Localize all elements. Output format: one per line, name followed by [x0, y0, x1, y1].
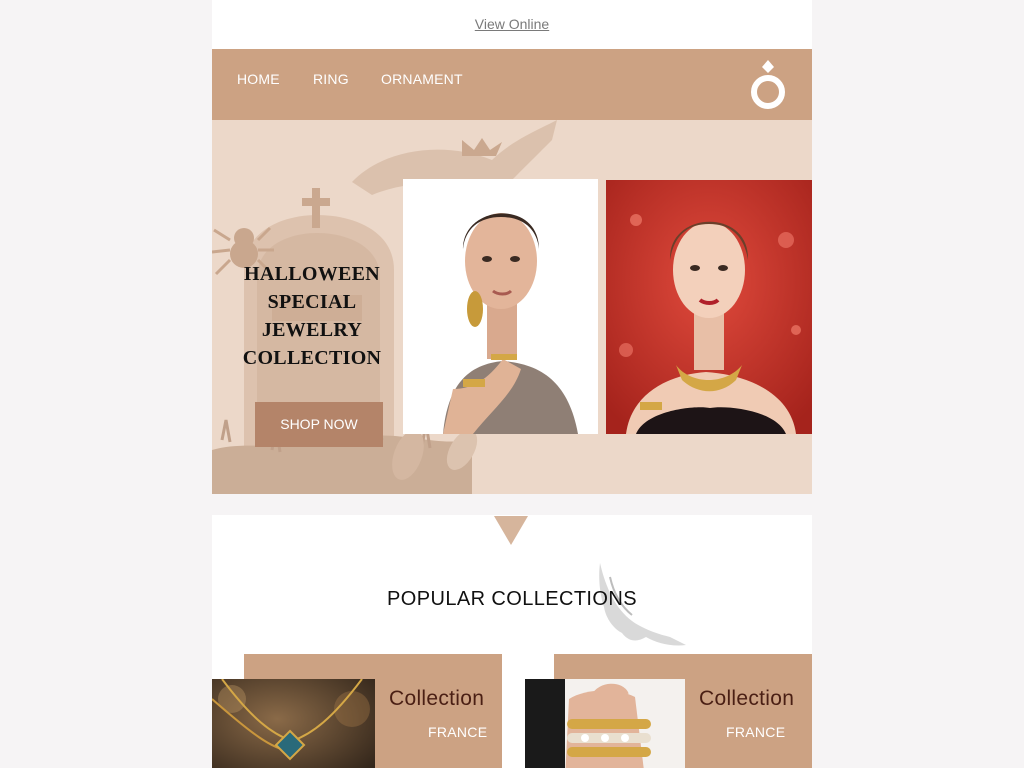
nav-item-home[interactable]: HOME: [237, 71, 280, 87]
collection-card-title[interactable]: Collection: [389, 687, 484, 711]
model-with-gold-jewelry-photo: [403, 179, 598, 434]
nav-item-ornament[interactable]: ORNAMENT: [381, 71, 463, 87]
hero-title-line: SPECIAL: [267, 291, 357, 313]
email-container: View Online HOME RING ORNAMENT HALLOWEEN…: [212, 0, 812, 768]
hero-banner: HALLOWEEN SPECIAL JEWELRY COLLECTION SHO…: [212, 120, 812, 494]
hero-title-line: COLLECTION: [242, 347, 382, 369]
section-title: POPULAR COLLECTIONS: [387, 588, 637, 610]
hero-title-line: JEWELRY: [261, 319, 363, 341]
down-triangle-icon: [494, 516, 528, 545]
main-nav: HOME RING ORNAMENT: [212, 49, 812, 120]
model-with-gold-necklace-red-background-photo: [606, 180, 812, 434]
view-online-link[interactable]: View Online: [212, 16, 812, 32]
collection-card-title[interactable]: Collection: [699, 687, 794, 711]
top-bar: View Online: [212, 0, 812, 49]
popular-collections-section: POPULAR COLLECTIONS Collection FRANCE Co…: [212, 515, 812, 768]
hero-title-line: HALLOWEEN: [243, 263, 381, 285]
collection-card-subtitle: FRANCE: [726, 724, 786, 740]
shop-now-button[interactable]: SHOP NOW: [255, 402, 383, 447]
nav-item-ring[interactable]: RING: [313, 71, 349, 87]
pearl-bracelets-photo[interactable]: [525, 679, 685, 768]
collection-card-subtitle: FRANCE: [428, 724, 488, 740]
ring-icon[interactable]: [744, 58, 792, 112]
pendant-necklace-photo[interactable]: [212, 679, 375, 768]
hero-title: HALLOWEEN SPECIAL JEWELRY COLLECTION: [232, 260, 392, 372]
